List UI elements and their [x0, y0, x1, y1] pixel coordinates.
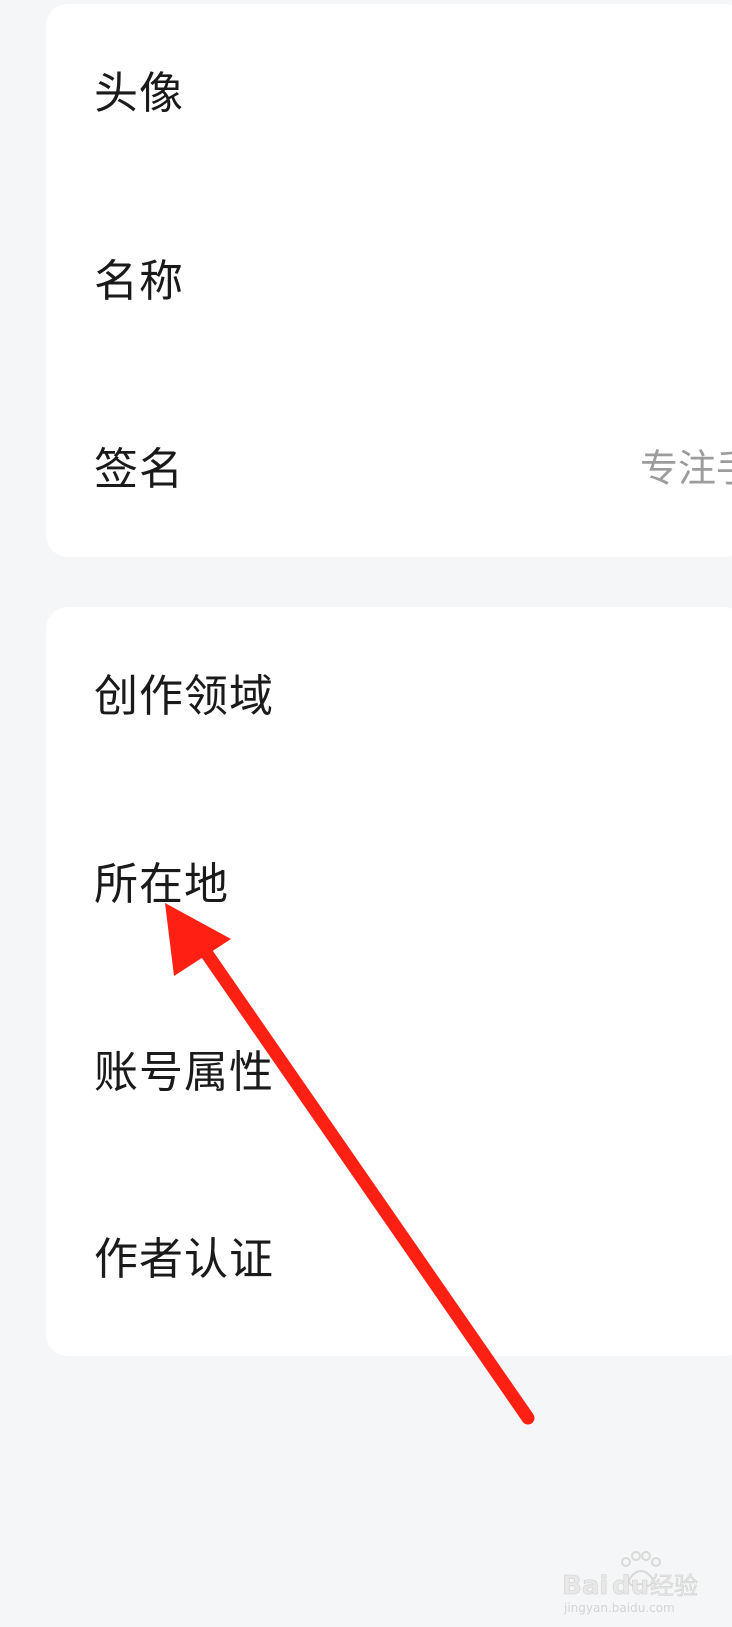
svg-text:jingyan.baidu.com: jingyan.baidu.com — [563, 1601, 675, 1615]
signature-row[interactable]: 签名 专注手 — [46, 390, 732, 540]
name-label: 名称 — [94, 256, 184, 307]
creation-field-row[interactable]: 创作领域 — [46, 617, 732, 767]
account-attribute-row[interactable]: 账号属性 — [46, 993, 732, 1143]
svg-text:du: du — [612, 1571, 649, 1601]
avatar-label: 头像 — [94, 68, 184, 119]
name-row[interactable]: 名称 — [46, 202, 732, 352]
location-row[interactable]: 所在地 — [46, 805, 732, 955]
creator-info-card: 创作领域 所在地 账号属性 作者认证 — [46, 607, 732, 1356]
signature-label: 签名 — [94, 444, 184, 495]
baidu-watermark-icon: Bai du 经验 jingyan.baidu.com — [562, 1551, 698, 1615]
profile-info-card: 头像 名称 签名 专注手 — [46, 4, 732, 557]
author-certification-row[interactable]: 作者认证 — [46, 1180, 732, 1330]
svg-text:经验: 经验 — [650, 1572, 698, 1600]
signature-value: 专注手 — [640, 446, 732, 491]
account-attribute-label: 账号属性 — [94, 1047, 274, 1098]
author-certification-label: 作者认证 — [94, 1234, 274, 1285]
creation-field-label: 创作领域 — [94, 671, 274, 722]
avatar-row[interactable]: 头像 — [46, 14, 732, 164]
svg-text:Bai: Bai — [562, 1571, 608, 1601]
location-label: 所在地 — [94, 859, 229, 910]
